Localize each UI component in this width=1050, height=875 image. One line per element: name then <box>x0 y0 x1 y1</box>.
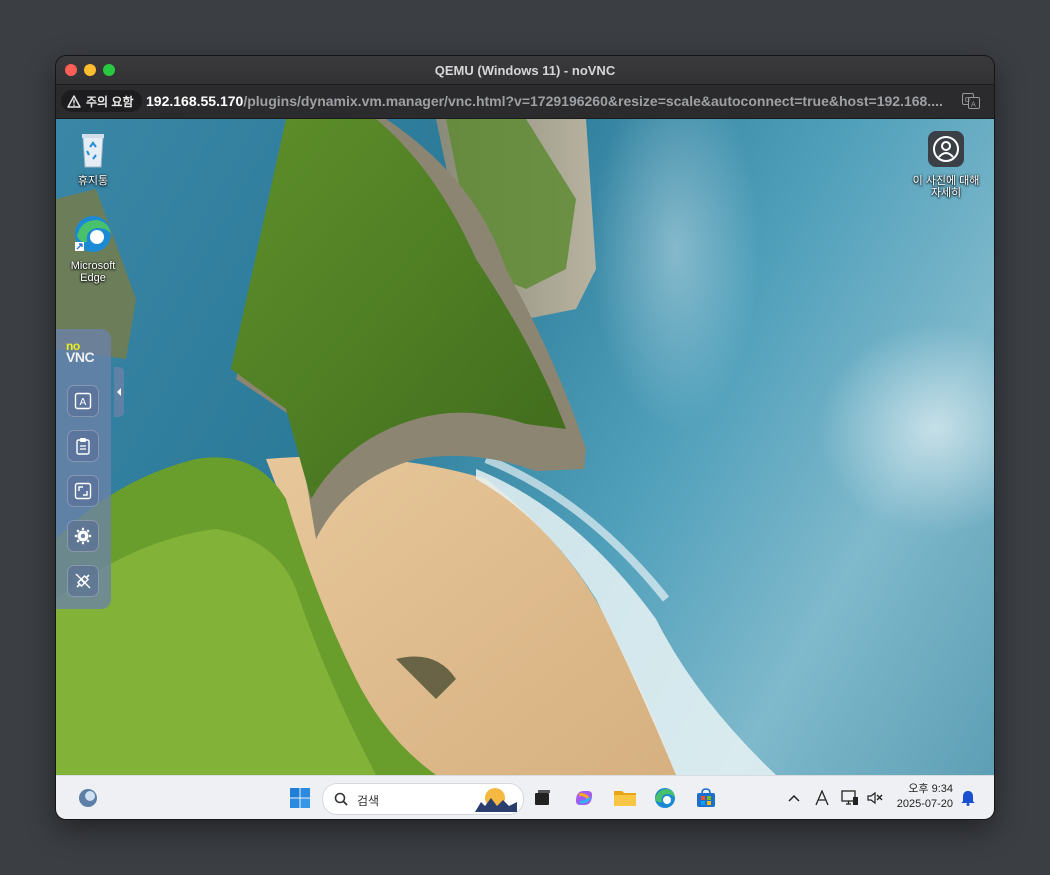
disconnect-button[interactable] <box>67 565 99 597</box>
url-field[interactable]: 192.168.55.170/plugins/dynamix.vm.manage… <box>146 93 951 109</box>
warning-icon <box>67 94 81 108</box>
desktop-icon-spotlight-info[interactable]: 이 사진에 대해 자세히 <box>911 129 981 199</box>
search-placeholder: 검색 <box>357 794 380 808</box>
taskbar-search-box[interactable]: 검색 <box>322 783 524 815</box>
security-warning-chip[interactable]: 주의 요함 <box>61 90 142 112</box>
address-bar: 주의 요함 192.168.55.170/plugins/dynamix.vm.… <box>56 85 994 119</box>
svg-text:A: A <box>80 397 87 408</box>
clock-date: 2025-07-20 <box>896 798 953 810</box>
weather-widget-icon <box>79 789 97 807</box>
bell-icon <box>961 791 975 806</box>
svg-text:G: G <box>965 96 970 104</box>
url-host: 192.168.55.170 <box>146 93 244 109</box>
search-highlight-icon <box>475 788 517 812</box>
novnc-control-bar: no VNC A <box>56 329 111 609</box>
clock-time: 오후 9:34 <box>908 783 953 795</box>
windows-start-icon <box>290 788 310 808</box>
url-path: /plugins/dynamix.vm.manager/vnc.html?v=1… <box>243 93 943 109</box>
store-button[interactable] <box>692 784 720 812</box>
keyboard-button[interactable]: A <box>67 385 99 417</box>
copilot-icon <box>576 791 592 805</box>
file-explorer-button[interactable] <box>611 784 639 812</box>
translate-icon[interactable]: G A <box>962 93 980 109</box>
ime-a-icon <box>815 790 829 806</box>
widgets-button[interactable] <box>74 784 102 812</box>
gear-icon <box>74 527 92 545</box>
novnc-logo: no VNC <box>66 340 95 365</box>
task-view-icon <box>535 790 550 805</box>
volume-muted-icon <box>867 791 883 805</box>
keyboard-key-icon: A <box>74 392 92 410</box>
desktop-icon-recycle-bin[interactable]: 휴지통 <box>58 129 128 187</box>
edge-taskbar-button[interactable] <box>651 784 679 812</box>
desktop-icon-label: 휴지통 <box>77 175 109 187</box>
network-button[interactable] <box>836 784 864 812</box>
task-view-button[interactable] <box>528 784 556 812</box>
fullscreen-button[interactable] <box>67 475 99 507</box>
network-monitor-icon <box>841 790 858 805</box>
desktop-icon-edge[interactable]: Microsoft Edge <box>58 214 128 284</box>
start-button[interactable] <box>286 784 314 812</box>
wallpaper-scene <box>56 119 776 775</box>
disconnect-plug-icon <box>75 573 91 589</box>
svg-text:A: A <box>971 101 976 109</box>
windows-taskbar: 검색 오후 9:34 2025-07-20 <box>56 775 994 819</box>
remote-desktop[interactable]: 휴지통 Microsoft Edge 이 사진에 대해 자세히 no VNC A <box>56 119 994 775</box>
show-hidden-icons-button[interactable] <box>780 784 808 812</box>
input-method-button[interactable] <box>808 784 836 812</box>
copilot-button[interactable] <box>570 784 598 812</box>
edge-icon <box>75 216 111 252</box>
clipboard-icon <box>76 438 90 455</box>
window-title: QEMU (Windows 11) - noVNC <box>434 63 616 78</box>
clipboard-button[interactable] <box>67 430 99 462</box>
recycle-bin-icon <box>82 134 104 168</box>
volume-button[interactable] <box>861 784 889 812</box>
novnc-panel-handle[interactable] <box>114 367 124 417</box>
taskbar-clock[interactable]: 오후 9:34 2025-07-20 <box>889 782 953 812</box>
folder-icon <box>614 791 636 806</box>
chevron-left-icon <box>117 388 121 396</box>
security-warning-label: 주의 요함 <box>86 94 134 109</box>
settings-button[interactable] <box>67 520 99 552</box>
store-bag-icon <box>697 788 715 807</box>
desktop-icon-label: Microsoft Edge <box>70 260 116 284</box>
search-icon <box>334 792 348 806</box>
novnc-logo-bottom: VNC <box>66 349 95 365</box>
notifications-button[interactable] <box>954 784 982 812</box>
fullscreen-icon <box>74 482 92 500</box>
camera-info-icon <box>928 131 964 167</box>
title-bar: QEMU (Windows 11) - noVNC <box>56 56 994 85</box>
browser-window: QEMU (Windows 11) - noVNC 주의 요함 192.168.… <box>56 56 994 819</box>
chevron-up-icon <box>788 794 800 802</box>
desktop-icon-label: 이 사진에 대해 자세히 <box>912 175 980 199</box>
edge-icon <box>655 788 675 808</box>
